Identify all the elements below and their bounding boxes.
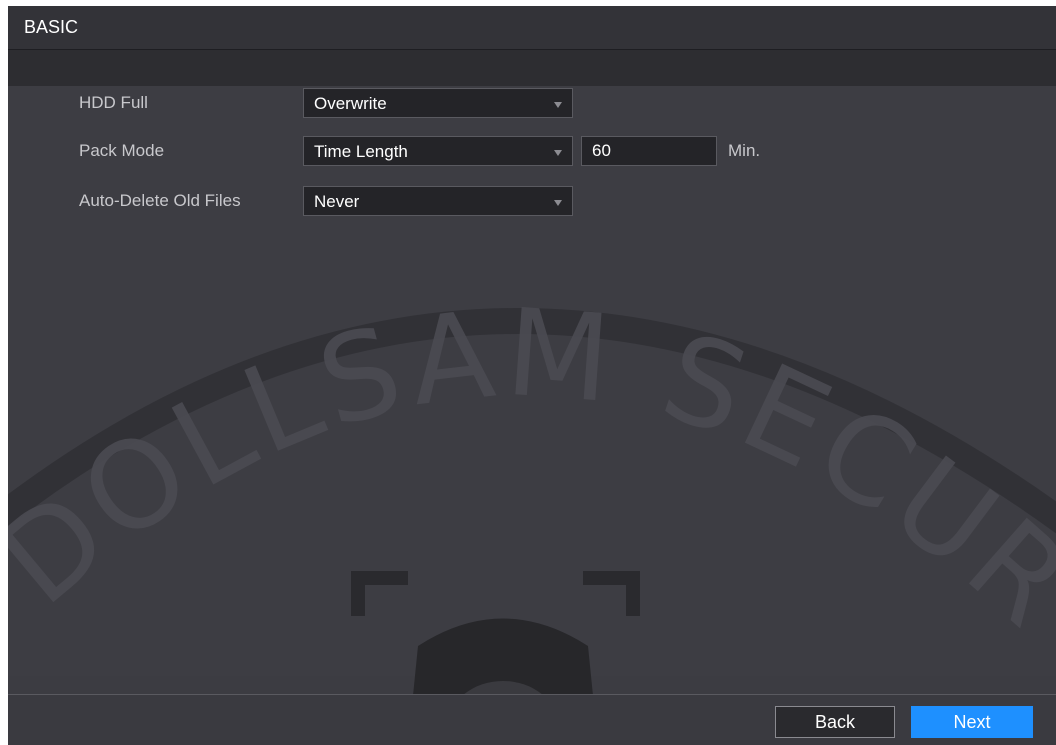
back-button[interactable]: Back <box>775 706 895 738</box>
auto-delete-label: Auto-Delete Old Files <box>79 191 241 210</box>
pack-length-unit: Min. <box>728 141 761 160</box>
auto-delete-row: Auto-Delete Old Files Never <box>8 186 1056 216</box>
dropdown-arrow-icon <box>554 200 562 206</box>
auto-delete-value: Never <box>314 192 360 211</box>
content-area <box>8 86 1056 676</box>
dropdown-arrow-icon <box>554 102 562 108</box>
hdd-full-row: HDD Full Overwrite <box>8 88 1056 118</box>
header-strip <box>8 50 1056 86</box>
auto-delete-select[interactable]: Never <box>303 186 573 216</box>
hdd-full-value: Overwrite <box>314 94 387 113</box>
next-button[interactable]: Next <box>911 706 1033 738</box>
dropdown-arrow-icon <box>554 150 562 156</box>
basic-wizard-window: BASIC DOLLSAM SECURITY HDD Full Overwrit… <box>8 6 1056 745</box>
pack-length-input[interactable] <box>581 136 717 166</box>
window-title: BASIC <box>24 17 79 37</box>
hdd-full-label: HDD Full <box>79 93 148 112</box>
footer-bar: Back Next <box>8 695 1056 745</box>
title-bar: BASIC <box>8 6 1056 50</box>
hdd-full-select[interactable]: Overwrite <box>303 88 573 118</box>
pack-mode-select[interactable]: Time Length <box>303 136 573 166</box>
pack-mode-value: Time Length <box>314 142 408 161</box>
pack-mode-row: Pack Mode Time Length Min. <box>8 136 1056 166</box>
pack-mode-label: Pack Mode <box>79 141 165 160</box>
